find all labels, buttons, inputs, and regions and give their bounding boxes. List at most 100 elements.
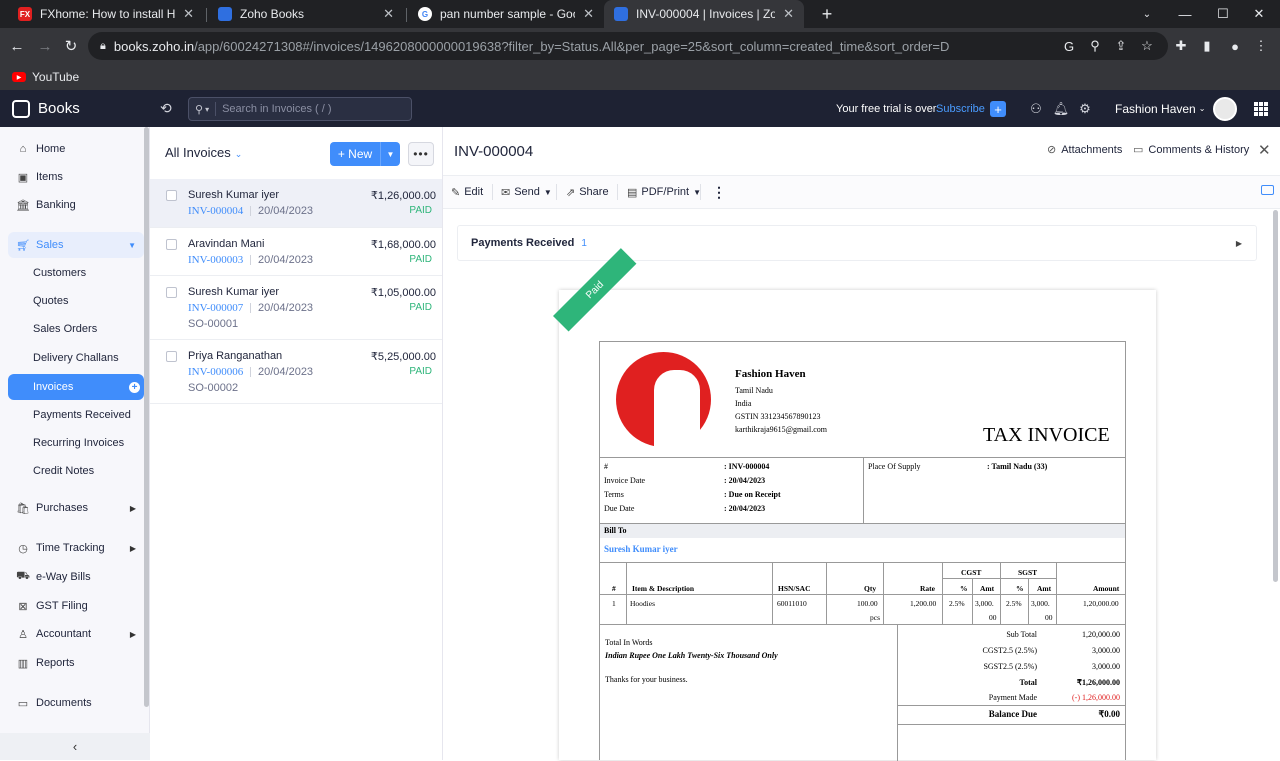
sidebar-item-time-tracking[interactable]: ◷ Time Tracking ▶ bbox=[8, 535, 144, 561]
sidebar-item-accountant[interactable]: ♙ Accountant ▶ bbox=[8, 621, 144, 647]
close-tab-icon[interactable]: ✕ bbox=[383, 6, 394, 22]
list-view-selector[interactable]: All Invoices ⌄ bbox=[165, 145, 242, 160]
payments-received-section[interactable]: Payments Received 1 ▶ bbox=[457, 225, 1257, 261]
attachments-button[interactable]: ⊘ Attachments bbox=[1047, 143, 1122, 157]
close-tab-icon[interactable]: ✕ bbox=[183, 6, 194, 22]
sidebar-item-eway-bills[interactable]: ⛟ e-Way Bills bbox=[8, 564, 144, 590]
org-switcher[interactable]: Fashion Haven ⌄ bbox=[1115, 90, 1205, 127]
sidebar-item-sales[interactable]: 🛒︎ Sales ▼ bbox=[8, 232, 144, 258]
collapse-sidebar-icon[interactable]: ‹ bbox=[0, 733, 150, 760]
maximize-icon[interactable]: ☐ bbox=[1204, 0, 1242, 28]
close-tab-icon[interactable]: ✕ bbox=[583, 6, 594, 22]
pdf-icon: ▤ bbox=[627, 186, 638, 199]
table-row[interactable]: Suresh Kumar iyer ₹1,26,000.00 INV-00000… bbox=[150, 179, 442, 228]
table-row[interactable]: Priya Ranganathan ₹5,25,000.00 INV-00000… bbox=[150, 340, 442, 404]
bookmark-youtube[interactable]: ▶ YouTube bbox=[12, 70, 79, 84]
column-header: HSN/SAC bbox=[778, 584, 811, 593]
bookmark-star-icon[interactable]: ☆ bbox=[1134, 28, 1160, 64]
sidebar-item-sales-orders[interactable]: Sales Orders bbox=[8, 316, 144, 342]
table-row[interactable]: Suresh Kumar iyer ₹1,05,000.00 INV-00000… bbox=[150, 276, 442, 340]
pdf-print-button[interactable]: ▤ PDF/Print ▼ bbox=[627, 176, 701, 208]
edit-button[interactable]: ✎ Edit bbox=[451, 176, 483, 208]
plus-icon: + bbox=[337, 147, 349, 161]
sidebar-item-items[interactable]: ▣ Items bbox=[8, 164, 144, 190]
sidebar-item-quotes[interactable]: Quotes bbox=[8, 288, 144, 314]
paperclip-icon: ⊘ bbox=[1047, 144, 1057, 156]
rule bbox=[600, 523, 1125, 524]
browser-tab[interactable]: G pan number sample - Google Se ✕ bbox=[408, 0, 604, 28]
new-tab-icon[interactable]: + bbox=[808, 0, 846, 28]
reload-icon[interactable]: ↻ bbox=[58, 28, 84, 64]
sidebar-item-recurring-invoices[interactable]: Recurring Invoices bbox=[8, 430, 144, 456]
comments-history-button[interactable]: ▭ Comments & History bbox=[1133, 143, 1249, 157]
browser-tab[interactable]: FX FXhome: How to install HitFilm V ✕ bbox=[8, 0, 204, 28]
send-button[interactable]: ✉ Send ▼ bbox=[501, 176, 552, 208]
new-invoice-button[interactable]: + New ▼ bbox=[330, 142, 400, 166]
forward-icon[interactable]: → bbox=[32, 28, 58, 64]
close-icon[interactable]: ✕ bbox=[1258, 141, 1271, 159]
user-avatar[interactable] bbox=[1213, 97, 1237, 121]
sidebar-item-invoices[interactable]: Invoices + bbox=[8, 374, 144, 400]
row-checkbox[interactable] bbox=[166, 239, 177, 250]
row-checkbox[interactable] bbox=[166, 351, 177, 362]
sidebar-item-payments-received[interactable]: Payments Received bbox=[8, 402, 144, 428]
quick-create-icon[interactable]: + bbox=[990, 101, 1006, 117]
users-icon[interactable]: ⚇ bbox=[1025, 90, 1047, 127]
books-logo[interactable]: Books bbox=[12, 90, 80, 127]
new-dropdown-icon[interactable]: ▼ bbox=[380, 142, 400, 166]
sidebar-item-credit-notes[interactable]: Credit Notes bbox=[8, 458, 144, 484]
sidebar-item-banking[interactable]: 🏛︎ Banking bbox=[8, 192, 144, 218]
more-options-button[interactable]: ••• bbox=[408, 142, 434, 166]
add-invoice-icon[interactable]: + bbox=[129, 381, 140, 393]
sgst-label: SGST2.5 (2.5%) bbox=[983, 662, 1037, 671]
profile-avatar-icon[interactable]: ● bbox=[1222, 28, 1248, 64]
sidebar-item-home[interactable]: ⌂ Home bbox=[8, 136, 144, 162]
table-row[interactable]: Aravindan Mani ₹1,68,000.00 INV-000003 2… bbox=[150, 228, 442, 276]
apps-grid-icon[interactable] bbox=[1254, 102, 1268, 116]
settings-gear-icon[interactable]: ⚙ bbox=[1074, 90, 1096, 127]
company-state: Tamil Nadu bbox=[735, 386, 773, 395]
sidebar-item-purchases[interactable]: 🛍︎ Purchases ▶ bbox=[8, 495, 144, 521]
back-icon[interactable]: ← bbox=[4, 28, 30, 64]
minimize-icon[interactable]: — bbox=[1166, 0, 1204, 28]
share-button[interactable]: ⇗ Share bbox=[566, 176, 609, 208]
row-checkbox[interactable] bbox=[166, 190, 177, 201]
detail-scrollbar[interactable] bbox=[1273, 210, 1278, 582]
chat-icon[interactable] bbox=[1261, 185, 1274, 195]
zoom-icon[interactable]: ⚲ bbox=[1082, 28, 1108, 64]
chevron-down-icon[interactable]: ▾ bbox=[205, 105, 209, 114]
sidebar-item-reports[interactable]: ▥ Reports bbox=[8, 650, 144, 676]
row-checkbox[interactable] bbox=[166, 287, 177, 298]
close-window-icon[interactable]: ✕ bbox=[1240, 0, 1278, 28]
invoice-frame: Fashion Haven Tamil Nadu India GSTIN 331… bbox=[599, 341, 1126, 761]
subscribe-link[interactable]: Subscribe bbox=[936, 90, 985, 127]
tab-search-icon[interactable]: ⌄ bbox=[1128, 0, 1166, 28]
rule bbox=[600, 562, 1125, 563]
rule bbox=[943, 578, 1056, 579]
search-input[interactable]: ⚲ ▾ Search in Invoices ( / ) bbox=[188, 97, 412, 121]
close-tab-icon[interactable]: ✕ bbox=[783, 6, 794, 22]
sidebar-scrollbar[interactable] bbox=[144, 127, 149, 707]
share-page-icon[interactable]: ⇪ bbox=[1108, 28, 1134, 64]
invoice-date-value: : 20/04/2023 bbox=[724, 476, 766, 485]
divider bbox=[250, 303, 251, 313]
comment-icon: ▭ bbox=[1133, 144, 1144, 156]
browser-tab-active[interactable]: INV-000004 | Invoices | Zoho Bo ✕ bbox=[604, 0, 804, 28]
side-panel-icon[interactable]: ▮ bbox=[1194, 28, 1220, 64]
address-bar[interactable]: 🔒︎ books.zoho.in/app/60024271308#/invoic… bbox=[88, 32, 1168, 60]
extensions-icon[interactable]: ✚ bbox=[1168, 28, 1194, 64]
sidebar-item-delivery-challans[interactable]: Delivery Challans bbox=[8, 345, 144, 371]
company-name: Fashion Haven bbox=[735, 368, 806, 380]
sidebar-item-customers[interactable]: Customers bbox=[8, 260, 144, 286]
sidebar-item-label: Payments Received bbox=[33, 409, 131, 421]
recent-history-icon[interactable]: ⟲ bbox=[160, 90, 172, 127]
status-badge: PAID bbox=[409, 205, 432, 216]
google-lens-icon[interactable]: G bbox=[1056, 28, 1082, 64]
more-actions-icon[interactable]: ⋮ bbox=[712, 176, 726, 208]
app-name: Books bbox=[38, 100, 80, 117]
notifications-bell-icon[interactable]: 🔔︎ bbox=[1050, 90, 1072, 127]
browser-menu-icon[interactable]: ⋮ bbox=[1248, 28, 1274, 64]
sidebar-item-documents[interactable]: ▭ Documents bbox=[8, 690, 144, 716]
sidebar-item-gst-filing[interactable]: ⊠ GST Filing bbox=[8, 593, 144, 619]
browser-tab[interactable]: Zoho Books ✕ bbox=[208, 0, 404, 28]
